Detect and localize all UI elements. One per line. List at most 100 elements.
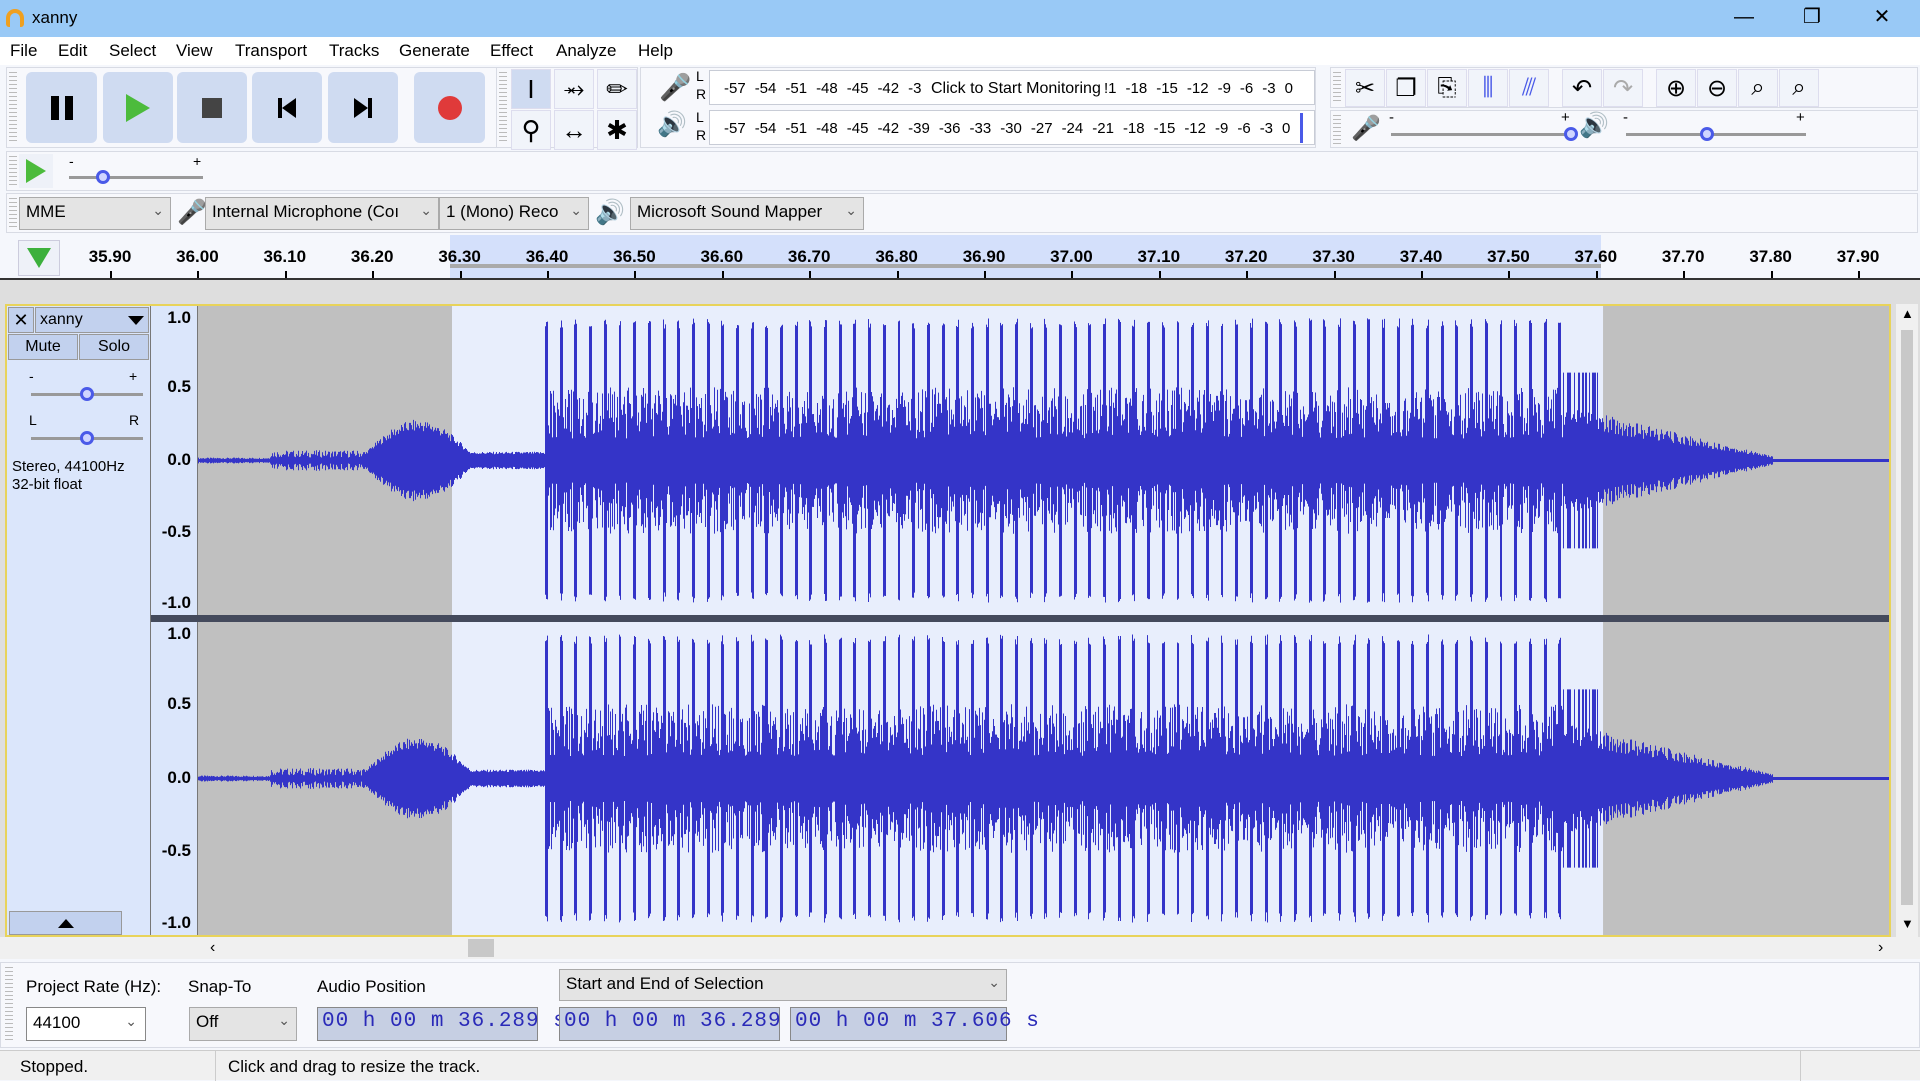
- menu-effect[interactable]: Effect: [490, 41, 533, 61]
- vertical-scrollbar[interactable]: ▲ ▼: [1896, 304, 1918, 937]
- toolbar-grip[interactable]: [9, 198, 17, 230]
- meter-l-label: L: [696, 109, 704, 125]
- horizontal-scroll-thumb[interactable]: [468, 939, 494, 957]
- selection-mode-select[interactable]: Start and End of Selection ⌄: [559, 969, 1007, 1001]
- menu-view[interactable]: View: [176, 41, 213, 61]
- meter-l-label: L: [696, 68, 704, 84]
- copy-button[interactable]: ❐: [1386, 69, 1426, 107]
- recording-device-value: Internal Microphone (Coı: [212, 202, 400, 221]
- snap-to-select[interactable]: Off ⌄: [189, 1007, 297, 1041]
- vertical-ruler-right[interactable]: 1.0 0.5 0.0 -0.5 -1.0: [151, 622, 198, 935]
- zoom-in-button[interactable]: ⊕: [1656, 69, 1696, 107]
- audio-host-select[interactable]: MME ⌄: [19, 197, 171, 230]
- envelope-tool-button[interactable]: ⥇: [554, 69, 594, 109]
- toolbar-grip[interactable]: [499, 72, 507, 144]
- undo-button[interactable]: ↶: [1562, 69, 1602, 107]
- playback-speed-slider[interactable]: [69, 176, 203, 179]
- playback-meter[interactable]: -57 -54 -51 -48 -45 -42 -39 -36 -33 -30 -27 -24 -21-…: [709, 110, 1315, 145]
- draw-tool-button[interactable]: ✏: [597, 69, 637, 109]
- mute-button[interactable]: Mute: [8, 334, 78, 360]
- audio-position-field[interactable]: 00 h 00 m 36.289 s: [317, 1007, 566, 1041]
- scroll-up-arrow-icon[interactable]: ▲: [1901, 306, 1914, 321]
- waveform-left-channel[interactable]: [198, 306, 1889, 615]
- close-button[interactable]: ✕: [1852, 0, 1912, 34]
- redo-button[interactable]: ↷: [1603, 69, 1643, 107]
- menu-help[interactable]: Help: [638, 41, 673, 61]
- gain-knob[interactable]: [80, 387, 94, 401]
- play-button[interactable]: [103, 72, 173, 143]
- track-control-panel[interactable]: ✕ xanny Mute Solo - + L R Stereo, 44100H…: [7, 306, 151, 935]
- selection-range-bar[interactable]: [449, 264, 1602, 268]
- selection-start-field[interactable]: 00 h 00 m 36.289 s: [559, 1007, 808, 1041]
- playback-volume-slider[interactable]: [1626, 133, 1806, 136]
- selection-end-field[interactable]: 00 h 00 m 37.606 s: [790, 1007, 1039, 1041]
- collapse-track-button[interactable]: [9, 911, 122, 935]
- meter-tick-label: -42: [877, 80, 900, 97]
- skip-to-end-button[interactable]: [328, 72, 398, 143]
- audio-track[interactable]: ✕ xanny Mute Solo - + L R Stereo, 44100H…: [5, 304, 1891, 937]
- recording-device-select[interactable]: Internal Microphone (Coı ⌄: [205, 197, 439, 230]
- start-monitoring-prompt[interactable]: Click to Start Monitoring: [928, 80, 1104, 98]
- scroll-down-arrow-icon[interactable]: ▼: [1901, 916, 1914, 931]
- vertical-ruler-left[interactable]: 1.0 0.5 0.0 -0.5 -1.0: [151, 306, 198, 615]
- menu-analyze[interactable]: Analyze: [556, 41, 616, 61]
- play-at-speed-button[interactable]: [19, 154, 53, 188]
- playback-speed-knob[interactable]: [95, 170, 110, 184]
- toolbar-grip[interactable]: [1333, 115, 1341, 145]
- close-track-button[interactable]: ✕: [8, 307, 34, 333]
- minimize-button[interactable]: —: [1714, 0, 1774, 34]
- record-volume-slider[interactable]: [1391, 133, 1571, 136]
- cut-button[interactable]: ✂: [1345, 69, 1385, 107]
- toolbar-grip[interactable]: [9, 156, 17, 188]
- track-menu-button[interactable]: xanny: [35, 307, 149, 333]
- green-triangle-icon: [27, 248, 51, 268]
- timeline-options-button[interactable]: [18, 240, 60, 276]
- scroll-right-arrow-icon[interactable]: ›: [1878, 939, 1883, 957]
- microphone-icon[interactable]: 🎤: [659, 72, 691, 103]
- menu-select[interactable]: Select: [109, 41, 156, 61]
- meter-r-label: R: [696, 86, 707, 102]
- trim-audio-button[interactable]: ⫼: [1468, 69, 1508, 107]
- silence-audio-button[interactable]: ⫻: [1509, 69, 1549, 107]
- scroll-left-arrow-icon[interactable]: ‹: [210, 939, 215, 957]
- menu-file[interactable]: File: [10, 41, 37, 61]
- multi-tool-button[interactable]: ✱: [597, 110, 637, 150]
- meter-tick-label: -6: [1237, 120, 1251, 137]
- project-rate-select[interactable]: 44100 ⌄: [26, 1007, 146, 1041]
- toolbar-grip[interactable]: [1333, 72, 1341, 104]
- stop-button[interactable]: [177, 72, 247, 143]
- zoom-tool-button[interactable]: ⚲: [511, 110, 551, 150]
- ruler-tick-label: 37.80: [1749, 247, 1792, 266]
- fit-project-button[interactable]: ⌕: [1779, 69, 1819, 107]
- undo-icon: ↶: [1571, 74, 1593, 102]
- horizontal-scrollbar[interactable]: ‹ ›: [0, 937, 1920, 959]
- audio-position-value: 00 h 00 m 36.289 s: [322, 1010, 567, 1033]
- waveform-right-channel[interactable]: [198, 622, 1889, 935]
- selection-tool-button[interactable]: I: [511, 69, 551, 109]
- record-volume-knob[interactable]: [1564, 127, 1578, 141]
- restore-button[interactable]: ❐: [1782, 0, 1842, 34]
- menu-generate[interactable]: Generate: [399, 41, 470, 61]
- pause-button[interactable]: [26, 72, 97, 143]
- solo-button[interactable]: Solo: [79, 334, 149, 360]
- pan-knob[interactable]: [80, 431, 94, 445]
- channel-separator[interactable]: [151, 615, 1889, 622]
- recording-channels-select[interactable]: 1 (Mono) Reco ⌄: [439, 197, 589, 230]
- fit-selection-button[interactable]: ⌕: [1738, 69, 1778, 107]
- toolbar-grip[interactable]: [9, 72, 17, 144]
- toolbar-grip[interactable]: [5, 967, 13, 1043]
- record-button[interactable]: [414, 72, 485, 143]
- menu-tracks[interactable]: Tracks: [329, 41, 379, 61]
- paste-button[interactable]: ⎘: [1427, 69, 1467, 107]
- speaker-icon[interactable]: 🔊: [657, 110, 687, 139]
- timeline-ruler[interactable]: 35.90 36.00 36.10 36.20 36.30 36.40 36.50 36.60…: [0, 235, 1920, 280]
- skip-to-start-button[interactable]: [252, 72, 322, 143]
- record-meter[interactable]: -57 -54 -51 -48 -45 -42 -3 Click to Start Moni…: [709, 70, 1315, 105]
- menu-edit[interactable]: Edit: [58, 41, 87, 61]
- zoom-out-button[interactable]: ⊖: [1697, 69, 1737, 107]
- vertical-scroll-thumb[interactable]: [1901, 330, 1913, 905]
- playback-volume-knob[interactable]: [1700, 127, 1714, 141]
- time-shift-tool-button[interactable]: ↔: [554, 110, 594, 150]
- menu-transport[interactable]: Transport: [235, 41, 307, 61]
- playback-device-select[interactable]: Microsoft Sound Mapper ⌄: [630, 197, 864, 230]
